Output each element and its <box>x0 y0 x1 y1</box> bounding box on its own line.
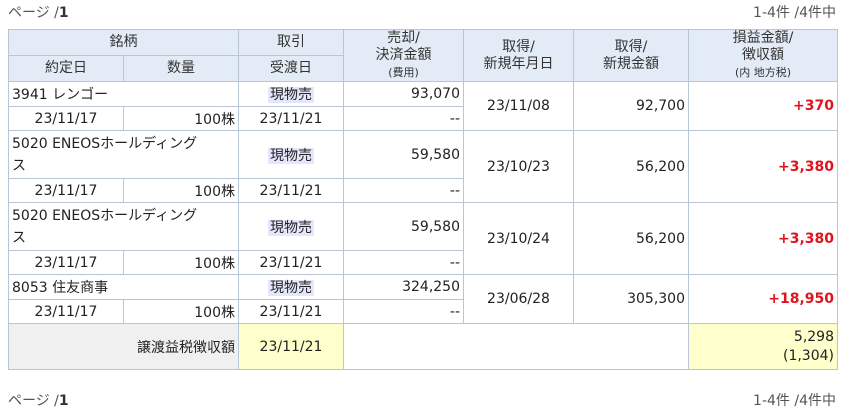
sell-amount: 59,580 <box>343 202 464 251</box>
header-acq-amount-line2: 新規金額 <box>603 55 659 72</box>
acq-amount: 92,700 <box>573 81 689 131</box>
table-row: 8053 住友商事 現物売 324,250 23/06/28 305,300 +… <box>8 274 838 324</box>
stock-name-cont: ス <box>12 157 26 174</box>
header-exec-date: 約定日 <box>8 55 124 82</box>
fee: -- <box>343 299 464 324</box>
settle-date: 23/11/21 <box>238 299 344 324</box>
page-label: ページ / <box>8 393 59 409</box>
pnl-amount: +3,380 <box>688 202 838 275</box>
settle-date: 23/11/21 <box>238 250 344 275</box>
exec-date: 23/11/17 <box>8 299 124 324</box>
header-sell-amount: 売却/ 決済金額 (費用) <box>343 29 464 82</box>
sell-amount: 59,580 <box>343 130 464 179</box>
pnl-amount: +3,380 <box>688 130 838 203</box>
table-row: 5020 ENEOSホールディングス 現物売 59,580 23/10/23 5… <box>8 130 838 203</box>
sell-amount: 324,250 <box>343 274 464 300</box>
header-local-tax: (内 地方税) <box>734 66 792 79</box>
acq-date: 23/10/24 <box>463 202 574 275</box>
header-pnl: 損益金額/ 徴収額 (内 地方税) <box>688 29 838 82</box>
trade-type-cell: 現物売 <box>238 274 344 300</box>
stock-name-cell[interactable]: 5020 ENEOSホールディングス <box>8 130 239 179</box>
header-sell-amount-line1: 売却/ <box>387 30 420 47</box>
exec-date: 23/11/17 <box>8 250 124 275</box>
trade-type: 現物売 <box>268 87 314 103</box>
header-acq-date-line2: 新規年月日 <box>483 55 554 72</box>
page-indicator: ページ /1 <box>8 390 69 412</box>
trade-type-cell: 現物売 <box>238 202 344 251</box>
header-settle-date: 受渡日 <box>238 55 344 82</box>
top-pager: ページ /1 1-4件 /4件中 <box>8 2 836 24</box>
exec-date: 23/11/17 <box>8 106 124 131</box>
acq-amount: 305,300 <box>573 274 689 324</box>
fee: -- <box>343 106 464 131</box>
trade-type-cell: 現物売 <box>238 130 344 179</box>
result-count: 1-4件 /4件中 <box>753 393 836 409</box>
page-number: 1 <box>58 5 69 21</box>
sell-amount: 93,070 <box>343 81 464 107</box>
bottom-pager: ページ /1 1-4件 /4件中 <box>8 390 836 412</box>
pnl-amount: +370 <box>688 81 838 131</box>
acq-amount: 56,200 <box>573 130 689 203</box>
header-torihiki: 取引 <box>238 29 344 56</box>
stock-name-cont: ス <box>12 229 26 246</box>
fee: -- <box>343 250 464 275</box>
stock-name-cell[interactable]: 5020 ENEOSホールディングス <box>8 202 239 251</box>
header-pnl-line2: 徴収額 <box>742 47 784 63</box>
tax-spacer <box>343 323 689 370</box>
acq-date: 23/10/23 <box>463 130 574 203</box>
fee: -- <box>343 178 464 203</box>
tax-local-amount: (1,304) <box>782 347 834 364</box>
trade-type-cell: 現物売 <box>238 81 344 107</box>
tax-label: 譲渡益税徴収額 <box>8 323 239 370</box>
quantity: 100株 <box>123 178 239 203</box>
stock-name: 5020 ENEOSホールディング <box>12 207 198 224</box>
transaction-table: 銘柄 取引 売却/ 決済金額 (費用) 取得/ 新規年月日 取得/ 新規金額 損… <box>8 29 838 370</box>
header-acq-amount: 取得/ 新規金額 <box>573 29 689 82</box>
tax-date: 23/11/21 <box>238 323 344 370</box>
page-label: ページ / <box>8 5 59 21</box>
settle-date: 23/11/21 <box>238 178 344 203</box>
quantity: 100株 <box>123 299 239 324</box>
header-qty: 数量 <box>123 55 239 82</box>
header-fee: (費用) <box>388 66 419 79</box>
settle-date: 23/11/21 <box>238 106 344 131</box>
trade-type: 現物売 <box>268 219 314 236</box>
page-indicator: ページ /1 <box>8 2 69 24</box>
table-row: 3941 レンゴー 現物売 93,070 23/11/08 92,700 +37… <box>8 81 838 131</box>
acq-date: 23/11/08 <box>463 81 574 131</box>
header-acq-date: 取得/ 新規年月日 <box>463 29 574 82</box>
header-sell-amount-line2: 決済金額 <box>375 47 432 63</box>
stock-name: 5020 ENEOSホールディング <box>12 135 198 152</box>
tax-amount-cell: 5,298 (1,304) <box>688 323 838 370</box>
header-acq-date-line1: 取得/ <box>502 38 535 55</box>
trade-type: 現物売 <box>268 147 314 164</box>
stock-name[interactable]: 8053 住友商事 <box>8 274 239 300</box>
page-number: 1 <box>58 393 69 409</box>
quantity: 100株 <box>123 250 239 275</box>
acq-date: 23/06/28 <box>463 274 574 324</box>
pnl-amount: +18,950 <box>688 274 838 324</box>
trade-type: 現物売 <box>268 280 314 296</box>
tax-amount: 5,298 <box>793 328 834 345</box>
stock-name[interactable]: 3941 レンゴー <box>8 81 239 107</box>
table-row: 5020 ENEOSホールディングス 現物売 59,580 23/10/24 5… <box>8 202 838 275</box>
header-acq-amount-line1: 取得/ <box>614 38 648 55</box>
quantity: 100株 <box>123 106 239 131</box>
result-count: 1-4件 /4件中 <box>753 5 836 21</box>
tax-row: 譲渡益税徴収額 23/11/21 5,298 (1,304) <box>8 323 838 370</box>
acq-amount: 56,200 <box>573 202 689 275</box>
header-meigara: 銘柄 <box>8 29 239 56</box>
exec-date: 23/11/17 <box>8 178 124 203</box>
header-pnl-line1: 損益金額/ <box>732 30 794 47</box>
